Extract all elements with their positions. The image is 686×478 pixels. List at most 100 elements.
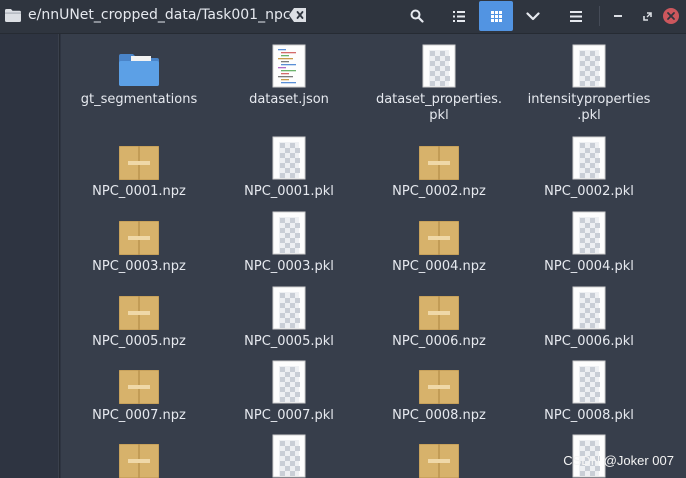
binary-file-icon [272, 286, 306, 330]
file-item[interactable]: NPC_0003.pkl [214, 209, 364, 275]
file-icon [272, 42, 306, 88]
file-item[interactable]: NPC_0007.pkl [214, 358, 364, 424]
close-button[interactable] [660, 1, 682, 31]
file-name: NPC_0006.npz [392, 334, 486, 349]
file-item[interactable]: intensityproperties .pkl [514, 42, 664, 124]
list-view-button[interactable] [442, 1, 476, 31]
clear-icon[interactable] [289, 8, 306, 22]
file-name: NPC_0006.pkl [544, 334, 634, 349]
file-item[interactable]: NPC_0006.pkl [514, 284, 664, 350]
file-name: NPC_0007.pkl [244, 408, 334, 423]
sidebar [0, 34, 60, 478]
file-name: NPC_0002.pkl [544, 184, 634, 199]
file-item[interactable]: gt_segmentations [64, 42, 214, 108]
minimize-button[interactable] [603, 1, 633, 31]
file-icon [572, 284, 606, 330]
file-icon [119, 432, 159, 478]
minimize-icon [614, 15, 622, 17]
file-icon [119, 134, 159, 180]
file-item[interactable]: NPC_0007.npz [64, 358, 214, 424]
binary-file-icon [272, 360, 306, 404]
archive-icon [419, 370, 459, 404]
file-name: intensityproperties .pkl [527, 92, 651, 123]
file-icon [419, 284, 459, 330]
folder-icon [119, 54, 159, 86]
location-bar[interactable]: e/nnUNet_cropped_data/Task001_npc [0, 0, 312, 32]
file-icon [572, 358, 606, 404]
file-icon [572, 42, 606, 88]
file-item[interactable]: NPC_0002.pkl [514, 134, 664, 200]
maximize-button[interactable] [632, 1, 662, 31]
file-name: NPC_0001.npz [92, 184, 186, 199]
file-icon [272, 432, 306, 478]
file-item[interactable]: NPC_0006.npz [364, 284, 514, 350]
archive-icon [419, 444, 459, 478]
binary-file-icon [572, 136, 606, 180]
menu-button[interactable] [559, 1, 593, 31]
file-name: NPC_0004.npz [392, 259, 486, 274]
header-separator [599, 6, 600, 26]
close-icon [663, 8, 679, 24]
file-item[interactable] [364, 432, 514, 478]
file-name: NPC_0001.pkl [244, 184, 334, 199]
file-item[interactable]: NPC_0001.npz [64, 134, 214, 200]
file-name: dataset.json [249, 92, 329, 107]
file-item[interactable]: dataset_properties. pkl [364, 42, 514, 124]
file-name: gt_segmentations [80, 92, 198, 107]
file-item[interactable]: NPC_0004.npz [364, 209, 514, 275]
binary-file-icon [272, 136, 306, 180]
file-item[interactable]: NPC_0008.npz [364, 358, 514, 424]
archive-icon [119, 296, 159, 330]
file-name: NPC_0008.npz [392, 408, 486, 423]
file-icon [419, 209, 459, 255]
json-file-icon [272, 44, 306, 88]
file-name: NPC_0004.pkl [544, 259, 634, 274]
file-name: NPC_0003.npz [92, 259, 186, 274]
archive-icon [119, 221, 159, 255]
file-item[interactable]: NPC_0005.npz [64, 284, 214, 350]
file-icon [419, 134, 459, 180]
archive-icon [119, 444, 159, 478]
file-name: dataset_properties. pkl [375, 92, 503, 123]
file-icon [572, 209, 606, 255]
file-icon [119, 284, 159, 330]
maximize-icon [642, 11, 652, 21]
file-item[interactable] [64, 432, 214, 478]
file-name: NPC_0002.npz [392, 184, 486, 199]
header-bar: e/nnUNet_cropped_data/Task001_npc [0, 0, 686, 34]
file-name: NPC_0003.pkl [244, 259, 334, 274]
grid-view-button[interactable] [479, 1, 513, 31]
file-item[interactable]: NPC_0004.pkl [514, 209, 664, 275]
file-icon [117, 42, 161, 88]
search-icon [410, 9, 424, 23]
binary-file-icon [272, 211, 306, 255]
search-button[interactable] [400, 1, 434, 31]
view-options-button[interactable] [516, 1, 550, 31]
file-item[interactable] [214, 432, 364, 478]
location-path[interactable]: e/nnUNet_cropped_data/Task001_npc [28, 7, 291, 23]
binary-file-icon [572, 211, 606, 255]
file-icon [572, 134, 606, 180]
archive-icon [119, 146, 159, 180]
file-item[interactable]: NPC_0005.pkl [214, 284, 364, 350]
file-name: NPC_0007.npz [92, 408, 186, 423]
file-item[interactable]: dataset.json [214, 42, 364, 108]
binary-file-icon [272, 434, 306, 478]
file-grid: gt_segmentations dataset.json dataset_prop… [61, 34, 686, 478]
file-item[interactable]: NPC_0002.npz [364, 134, 514, 200]
file-item[interactable]: NPC_0001.pkl [214, 134, 364, 200]
file-icon [119, 209, 159, 255]
archive-icon [419, 146, 459, 180]
file-item[interactable]: NPC_0008.pkl [514, 358, 664, 424]
file-item[interactable]: NPC_0003.npz [64, 209, 214, 275]
archive-icon [119, 370, 159, 404]
hamburger-icon [570, 10, 582, 22]
file-icon [422, 42, 456, 88]
file-icon [272, 358, 306, 404]
file-icon [272, 134, 306, 180]
file-icon [419, 432, 459, 478]
file-name: NPC_0005.pkl [244, 334, 334, 349]
watermark: CSDN @Joker 007 [563, 453, 674, 468]
archive-icon [419, 221, 459, 255]
chevron-down-icon [526, 11, 540, 20]
